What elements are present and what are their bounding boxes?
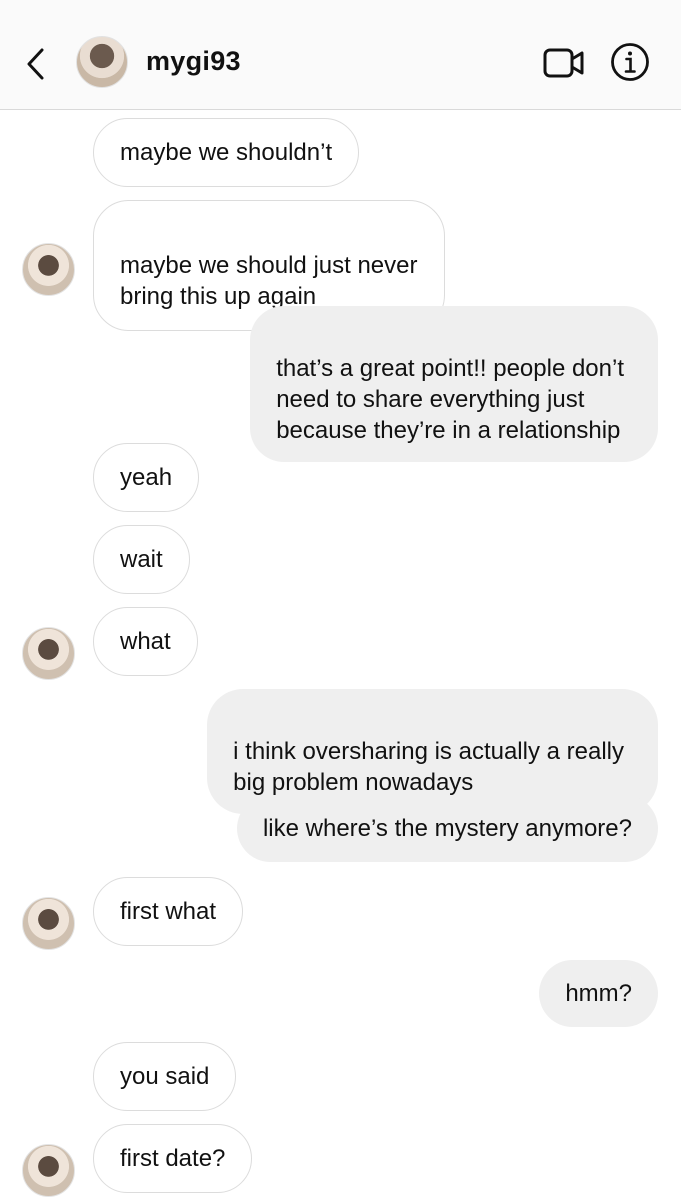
message-received[interactable]: wait (93, 525, 190, 594)
video-call-button[interactable] (543, 46, 585, 80)
message-received[interactable]: first date? (93, 1124, 253, 1193)
message-text: you said (120, 1063, 210, 1090)
message-text: i think oversharing is actually a really… (233, 738, 624, 796)
message-text: first date? (120, 1145, 226, 1172)
message-text: yeah (120, 464, 173, 491)
message-received[interactable]: maybe we shouldn’t (93, 118, 360, 187)
sender-avatar[interactable] (22, 897, 75, 950)
header-avatar[interactable] (76, 36, 128, 88)
message-received[interactable]: yeah (93, 443, 200, 512)
message-received[interactable]: you said (93, 1042, 237, 1111)
chevron-left-icon (27, 48, 44, 80)
message-sent[interactable]: that’s a great point!! people don’t need… (250, 306, 658, 462)
message-received[interactable]: first what (93, 877, 244, 946)
sender-avatar[interactable] (22, 627, 75, 680)
message-text: first what (120, 898, 217, 925)
message-text: like where’s the mystery anymore? (262, 815, 632, 842)
conversation-header: mygi93 (0, 0, 681, 110)
back-button[interactable] (22, 44, 52, 84)
message-sent[interactable]: like where’s the mystery anymore? (236, 795, 658, 862)
message-received[interactable]: what (93, 607, 198, 676)
username[interactable]: mygi93 (146, 46, 241, 77)
info-button[interactable] (610, 42, 650, 82)
message-text: hmm? (565, 980, 632, 1007)
message-sent[interactable]: hmm? (539, 960, 658, 1027)
message-text: wait (120, 546, 163, 573)
sender-avatar[interactable] (22, 1144, 75, 1197)
message-text: maybe we shouldn’t (120, 139, 333, 166)
message-text: what (120, 628, 171, 655)
video-camera-icon (543, 48, 584, 78)
message-text: that’s a great point!! people don’t need… (276, 355, 624, 444)
sender-avatar[interactable] (22, 243, 75, 296)
message-text: maybe we should just never bring this up… (120, 252, 418, 310)
info-icon (611, 43, 649, 81)
